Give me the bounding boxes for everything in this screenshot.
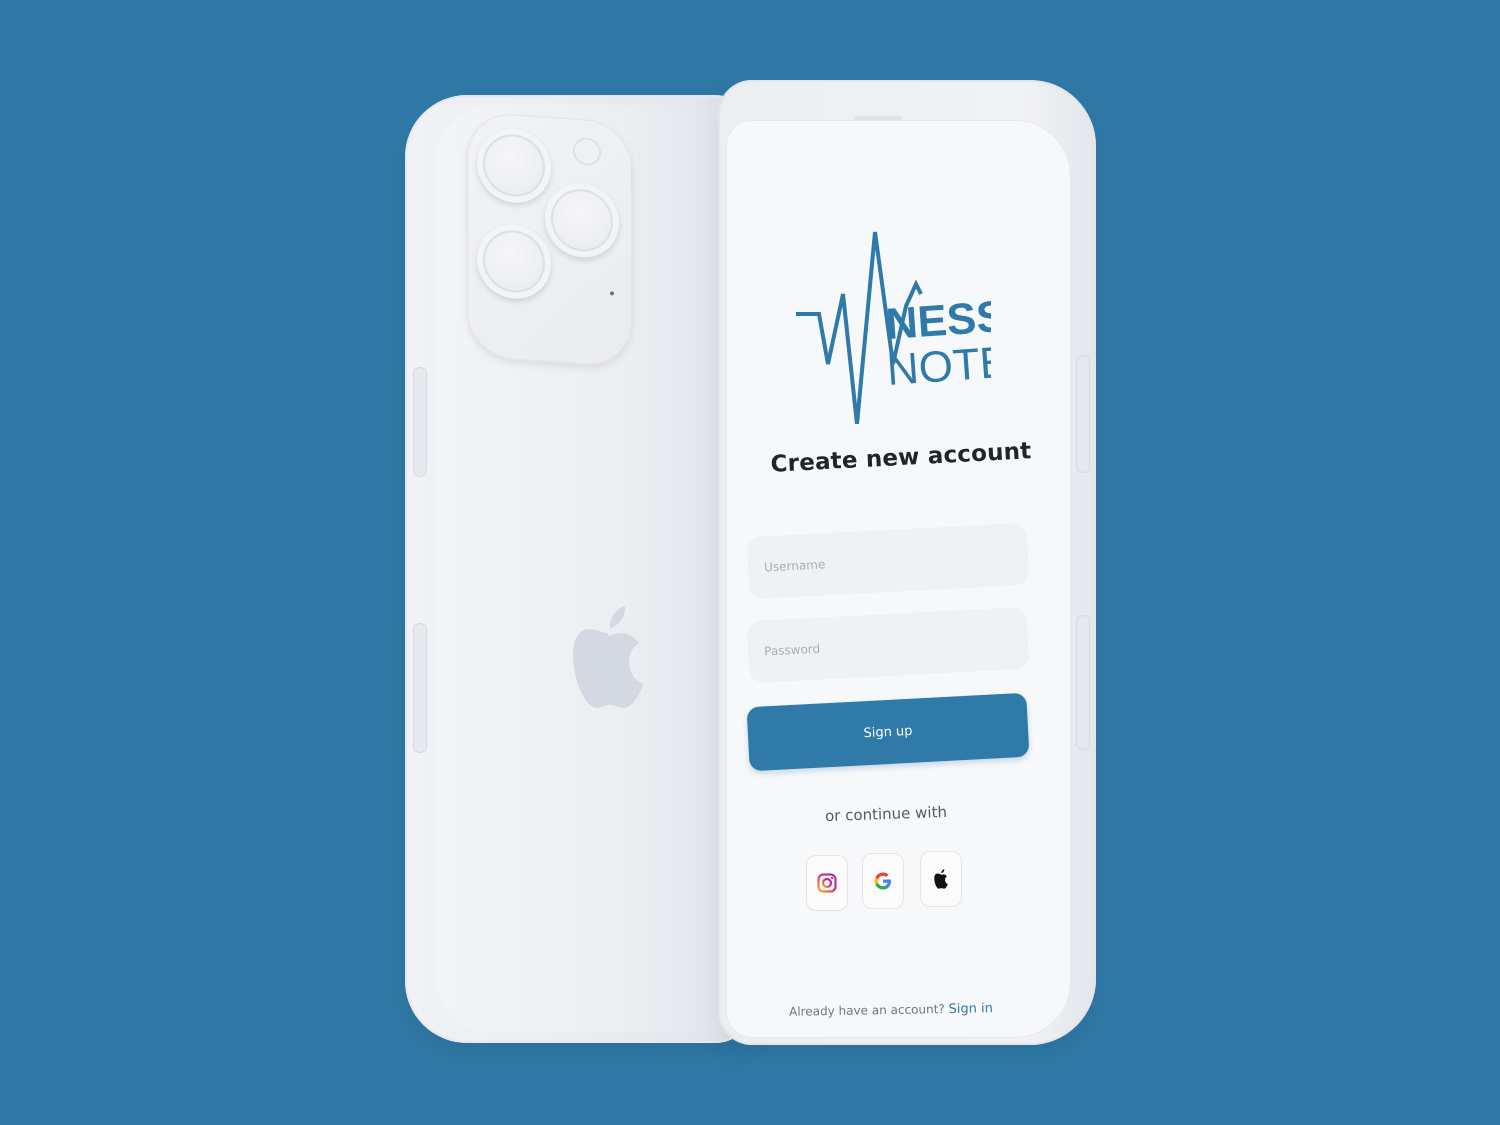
camera-lens — [545, 180, 619, 260]
sign-in-prompt-text: Already have an account? — [788, 1002, 945, 1019]
side-button — [1076, 355, 1090, 473]
instagram-icon — [817, 873, 837, 893]
continue-with-label: or continue with — [824, 802, 948, 826]
speaker-grille — [854, 116, 902, 120]
phone-front: NESS NOTES Create new account Sign up or… — [718, 80, 1096, 1045]
username-input[interactable] — [761, 545, 1029, 576]
phone-back — [405, 95, 755, 1043]
camera-lens — [477, 125, 551, 206]
side-button — [1076, 615, 1090, 750]
sign-in-link[interactable]: Sign in — [948, 1001, 993, 1017]
sign-up-button[interactable]: Sign up — [746, 692, 1030, 772]
password-input[interactable] — [761, 629, 1029, 660]
side-button — [413, 623, 427, 753]
sign-in-prompt: Already have an account? Sign in — [766, 1001, 1016, 1020]
username-field[interactable] — [746, 522, 1030, 600]
apple-login-button[interactable] — [920, 851, 962, 907]
apple-logo-icon — [573, 606, 643, 708]
page-title: Create new account — [769, 438, 1033, 478]
camera-module — [467, 111, 632, 368]
camera-flash — [573, 136, 601, 167]
instagram-login-button[interactable] — [806, 855, 848, 911]
mockup-stage: NESS NOTES Create new account Sign up or… — [0, 0, 1500, 1125]
apple-icon — [934, 869, 948, 889]
phone-screen: NESS NOTES Create new account Sign up or… — [726, 116, 1071, 1038]
google-icon — [874, 872, 891, 890]
logo-text-notes: NOTES — [885, 336, 991, 395]
side-button — [413, 367, 427, 477]
google-login-button[interactable] — [862, 853, 904, 909]
camera-lens — [477, 221, 551, 302]
microphone-dot — [610, 291, 614, 296]
password-field[interactable] — [746, 606, 1030, 684]
ness-notes-logo: NESS NOTES — [796, 231, 991, 424]
